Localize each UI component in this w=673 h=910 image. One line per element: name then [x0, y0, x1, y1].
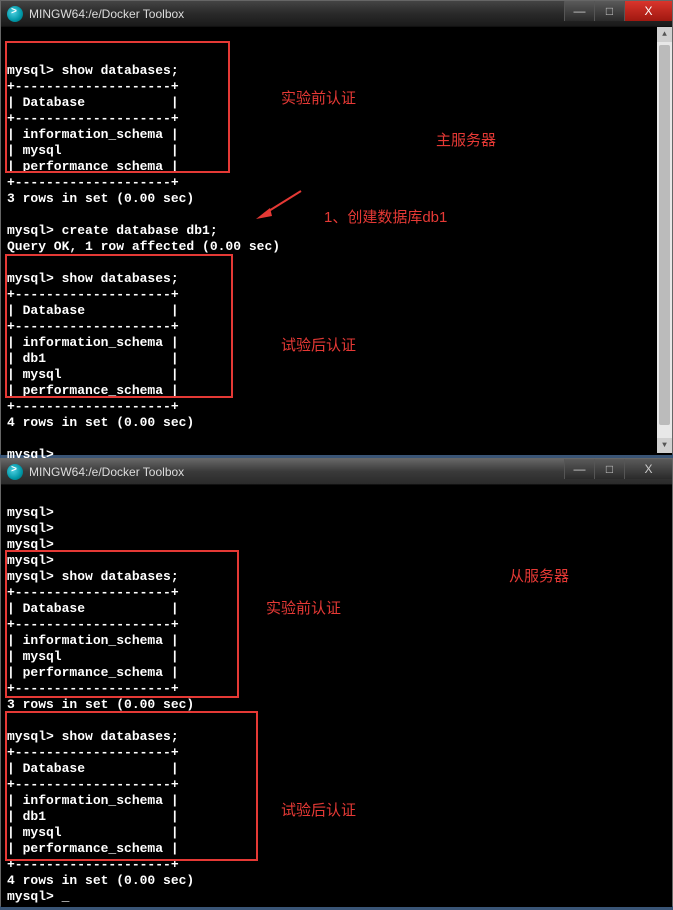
window-title: MINGW64:/e/Docker Toolbox	[29, 465, 184, 479]
result-line: Query OK, 1 row affected (0.00 sec)	[7, 239, 280, 254]
table-row: | performance_schema |	[7, 383, 179, 398]
scroll-down-arrow-icon[interactable]: ▼	[657, 438, 672, 453]
table-row: | information_schema |	[7, 335, 179, 350]
table-row: | information_schema |	[7, 127, 179, 142]
maximize-button[interactable]: □	[594, 459, 624, 479]
minimize-button[interactable]: —	[564, 1, 594, 21]
table-row: | performance_schema |	[7, 159, 179, 174]
table-separator: +--------------------+	[7, 319, 179, 334]
result-line: 4 rows in set (0.00 sec)	[7, 415, 194, 430]
table-row: | performance_schema |	[7, 665, 179, 680]
scroll-up-arrow-icon[interactable]: ▲	[657, 27, 672, 42]
mysql-prompt-cursor: mysql> _	[7, 889, 69, 904]
mysql-command: mysql> show databases;	[7, 271, 179, 286]
mysql-command: mysql> show databases;	[7, 63, 179, 78]
table-row: | db1 |	[7, 351, 179, 366]
window-title: MINGW64:/e/Docker Toolbox	[29, 7, 184, 21]
terminal-window-top: MINGW64:/e/Docker Toolbox — □ X mysql> s…	[0, 0, 673, 454]
window-controls: — □ X	[564, 459, 672, 479]
window-controls: — □ X	[564, 1, 672, 21]
mysql-command: mysql> show databases;	[7, 569, 179, 584]
table-header: | Database |	[7, 601, 179, 616]
table-separator: +--------------------+	[7, 745, 179, 760]
table-separator: +--------------------+	[7, 79, 179, 94]
titlebar-bottom[interactable]: MINGW64:/e/Docker Toolbox — □ X	[1, 459, 672, 485]
scroll-thumb[interactable]	[659, 45, 670, 425]
app-icon	[7, 464, 23, 480]
scrollbar[interactable]: ▲ ▼	[657, 27, 672, 453]
mysql-prompt: mysql>	[7, 505, 54, 520]
mysql-prompt: mysql>	[7, 521, 54, 536]
table-row: | information_schema |	[7, 633, 179, 648]
mysql-command: mysql> create database db1;	[7, 223, 218, 238]
terminal-output-top[interactable]: mysql> show databases; +----------------…	[1, 27, 672, 455]
result-line: 4 rows in set (0.00 sec)	[7, 873, 194, 888]
table-separator: +--------------------+	[7, 617, 179, 632]
table-header: | Database |	[7, 303, 179, 318]
terminal-window-bottom: MINGW64:/e/Docker Toolbox — □ X mysql> m…	[0, 458, 673, 906]
maximize-button[interactable]: □	[594, 1, 624, 21]
table-separator: +--------------------+	[7, 287, 179, 302]
table-separator: +--------------------+	[7, 111, 179, 126]
table-header: | Database |	[7, 95, 179, 110]
terminal-output-bottom[interactable]: mysql> mysql> mysql> mysql> mysql> show …	[1, 485, 672, 907]
minimize-button[interactable]: —	[564, 459, 594, 479]
close-button[interactable]: X	[624, 1, 672, 21]
result-line: 3 rows in set (0.00 sec)	[7, 191, 194, 206]
table-separator: +--------------------+	[7, 175, 179, 190]
table-row: | mysql |	[7, 649, 179, 664]
table-row: | mysql |	[7, 825, 179, 840]
table-row: | mysql |	[7, 367, 179, 382]
line	[7, 713, 15, 728]
close-button[interactable]: X	[624, 459, 672, 479]
mysql-prompt: mysql>	[7, 553, 54, 568]
table-separator: +--------------------+	[7, 777, 179, 792]
table-row: | db1 |	[7, 809, 179, 824]
mysql-prompt: mysql>	[7, 537, 54, 552]
mysql-command: mysql> show databases;	[7, 729, 179, 744]
table-separator: +--------------------+	[7, 681, 179, 696]
table-row: | mysql |	[7, 143, 179, 158]
table-row: | performance_schema |	[7, 841, 179, 856]
table-header: | Database |	[7, 761, 179, 776]
titlebar-top[interactable]: MINGW64:/e/Docker Toolbox — □ X	[1, 1, 672, 27]
table-separator: +--------------------+	[7, 857, 179, 872]
table-row: | information_schema |	[7, 793, 179, 808]
table-separator: +--------------------+	[7, 585, 179, 600]
app-icon	[7, 6, 23, 22]
result-line: 3 rows in set (0.00 sec)	[7, 697, 194, 712]
table-separator: +--------------------+	[7, 399, 179, 414]
